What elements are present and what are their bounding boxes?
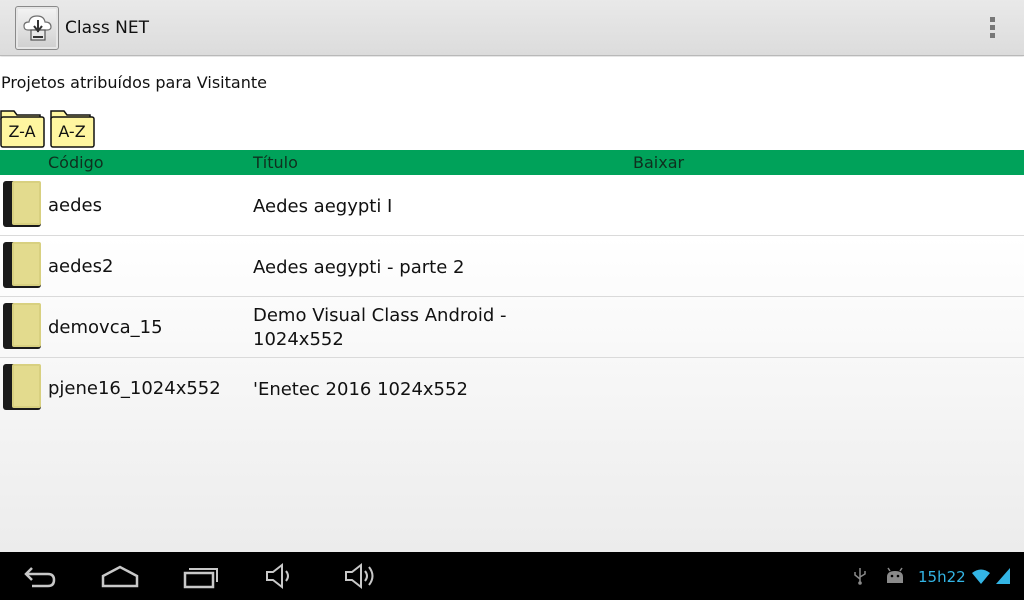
book-icon [3,242,41,288]
usb-icon [854,568,866,585]
volume-down-icon[interactable] [264,562,296,590]
back-icon[interactable] [22,562,58,590]
project-title: Demo Visual Class Android - 1024x552 [253,305,507,350]
project-code: aedes2 [48,256,114,277]
table-row[interactable]: pjene16_1024x552 'Enetec 2016 1024x552 [0,358,1024,419]
signal-icon [996,568,1010,584]
volume-up-icon[interactable] [343,562,379,590]
book-icon [3,181,41,227]
project-title: Aedes aegypti I [253,196,393,217]
book-icon [3,364,41,410]
table-header: Código Título Baixar [0,150,1024,175]
sort-desc-label: Z-A [8,122,36,141]
clock: 15h22 [918,568,966,586]
column-header-download[interactable]: Baixar [633,153,684,172]
book-icon [3,303,41,349]
project-heading: Projetos atribuídos para Visitante [1,73,267,92]
wifi-icon [972,569,990,584]
app-cloud-icon[interactable] [15,6,59,50]
project-code: demovca_15 [48,317,163,338]
column-header-code[interactable]: Código [48,153,104,172]
project-title: 'Enetec 2016 1024x552 [253,379,468,400]
android-debug-icon [887,567,903,583]
table-row[interactable]: demovca_15 Demo Visual Class Android - 1… [0,297,1024,358]
sort-asc-button[interactable]: A-Z [50,107,95,148]
app-title: Class NET [65,18,149,38]
table-row[interactable]: aedes Aedes aegypti I [0,175,1024,236]
sort-asc-label: A-Z [58,122,86,141]
project-code: pjene16_1024x552 [48,378,221,399]
home-icon[interactable] [100,562,140,590]
system-nav-bar: 15h22 [0,552,1024,600]
project-title: Aedes aegypti - parte 2 [253,257,465,278]
recent-apps-icon[interactable] [182,562,220,590]
table-row[interactable]: aedes2 Aedes aegypti - parte 2 [0,236,1024,297]
content-area: Projetos atribuídos para Visitante Z-A A… [0,57,1024,552]
overflow-menu-icon[interactable] [984,14,1000,42]
action-bar: Class NET [0,0,1024,56]
column-header-title[interactable]: Título [253,153,298,172]
project-code: aedes [48,195,102,216]
sort-desc-button[interactable]: Z-A [0,107,45,148]
